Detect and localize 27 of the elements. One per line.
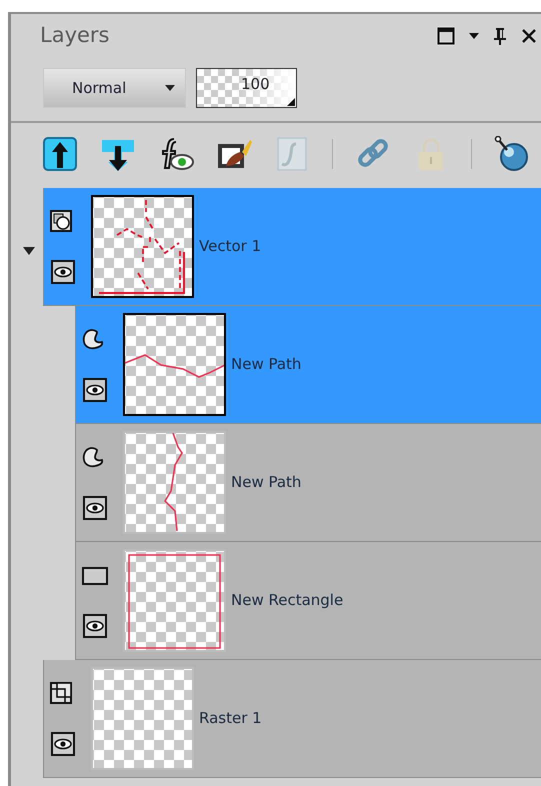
expand-toggle-icon[interactable] (23, 247, 35, 255)
move-up-button[interactable] (42, 136, 78, 172)
knob-button[interactable] (494, 136, 530, 172)
opacity-field[interactable]: 100 (196, 68, 297, 108)
layer-row[interactable]: Raster 1 (43, 660, 541, 778)
caret-icon[interactable] (469, 33, 479, 39)
caret-icon (165, 85, 175, 91)
maximize-icon[interactable] (437, 27, 455, 45)
layer-row[interactable]: Vector 1 (43, 188, 541, 306)
layer-name: Vector 1 (199, 236, 262, 258)
visibility-toggle[interactable] (51, 260, 75, 284)
visibility-toggle[interactable] (83, 614, 107, 638)
layer-row[interactable]: New Path (75, 306, 541, 424)
visibility-toggle[interactable] (83, 496, 107, 520)
layer-row[interactable]: New Path (75, 424, 541, 542)
layer-row[interactable]: New Rectangle (75, 542, 541, 660)
layer-name: New Rectangle (231, 590, 344, 612)
layer-name: New Path (231, 354, 302, 376)
close-icon[interactable] (521, 28, 537, 44)
resize-grip-icon[interactable] (287, 98, 295, 106)
blend-mode-dropdown[interactable]: Normal (43, 68, 186, 108)
visibility-toggle[interactable] (83, 378, 107, 402)
visibility-toggle[interactable] (51, 732, 75, 756)
layer-name: New Path (231, 472, 302, 494)
layer-name: Raster 1 (199, 708, 262, 730)
pin-icon[interactable] (493, 27, 507, 45)
panel-title: Layers (40, 22, 110, 50)
